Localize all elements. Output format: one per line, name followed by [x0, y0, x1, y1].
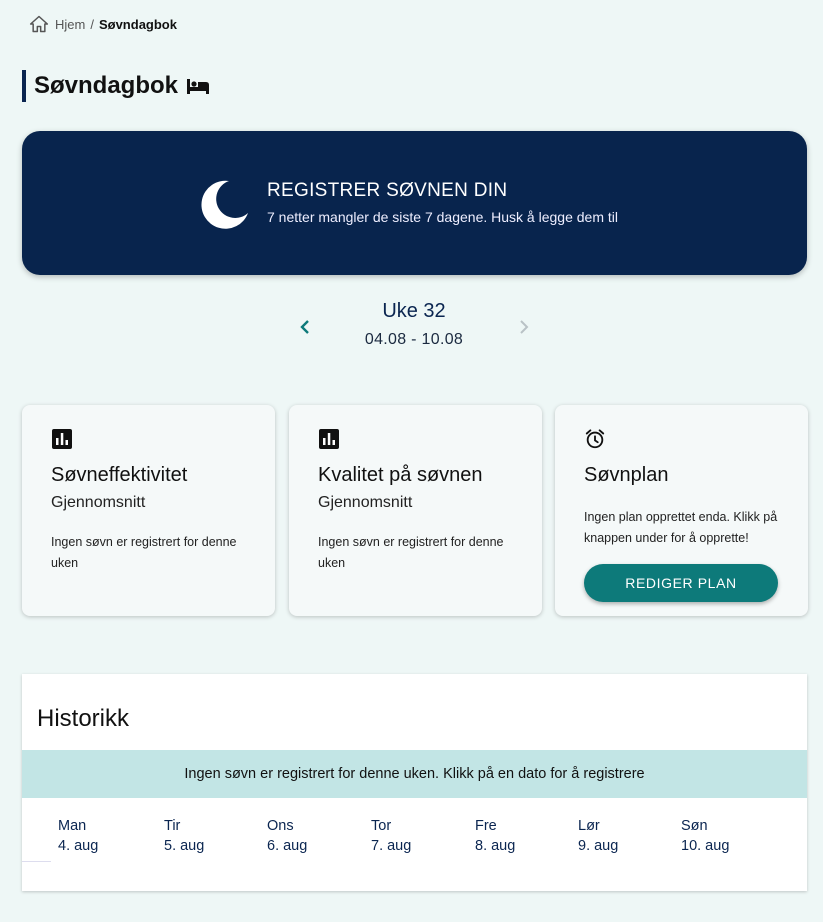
chevron-left-icon	[300, 320, 309, 334]
banner-subtitle: 7 netter mangler de siste 7 dagene. Husk…	[267, 209, 618, 225]
home-icon[interactable]	[29, 14, 49, 34]
day-friday[interactable]: Fre 8. aug	[475, 818, 565, 854]
day-date: 6. aug	[267, 838, 308, 854]
banner-text: REGISTRER SØVNEN DIN 7 netter mangler de…	[267, 180, 618, 225]
day-date: 4. aug	[58, 838, 99, 854]
day-date: 5. aug	[164, 838, 205, 854]
breadcrumb: Hjem / Søvndagbok	[29, 14, 177, 34]
day-name: Lør	[578, 818, 600, 834]
day-saturday[interactable]: Lør 9. aug	[578, 818, 668, 854]
sleep-quality-card: Kvalitet på søvnen Gjennomsnitt Ingen sø…	[289, 405, 542, 616]
day-sunday[interactable]: Søn 10. aug	[681, 818, 771, 854]
alarm-clock-icon	[585, 429, 605, 449]
history-title: Historikk	[37, 705, 130, 732]
day-tuesday[interactable]: Tir 5. aug	[164, 818, 254, 854]
breadcrumb-home-link[interactable]: Hjem	[55, 17, 85, 32]
page-title-text: Søvndagbok	[34, 72, 179, 99]
day-date: 7. aug	[371, 838, 412, 854]
register-sleep-banner[interactable]: REGISTRER SØVNEN DIN 7 netter mangler de…	[22, 131, 807, 275]
card-subtitle: Gjennomsnitt	[318, 494, 413, 511]
bed-icon	[187, 79, 210, 94]
card-subtitle: Gjennomsnitt	[51, 494, 146, 511]
day-name: Fre	[475, 818, 497, 834]
chevron-right-icon	[520, 320, 529, 334]
day-name: Ons	[267, 818, 294, 834]
breadcrumb-current: Søvndagbok	[98, 16, 177, 32]
day-name: Tir	[164, 818, 181, 834]
divider	[22, 861, 51, 862]
day-thursday[interactable]: Tor 7. aug	[371, 818, 461, 854]
history-section: Historikk Ingen søvn er registrert for d…	[22, 674, 807, 891]
day-name: Søn	[681, 818, 708, 834]
banner-title: REGISTRER SØVNEN DIN	[267, 180, 508, 201]
card-title: Søvneffektivitet	[51, 464, 188, 486]
edit-plan-button[interactable]: REDIGER PLAN	[584, 564, 778, 602]
week-label: Uke 32	[382, 300, 446, 322]
sleep-plan-card: Søvnplan Ingen plan opprettet enda. Klik…	[555, 405, 808, 616]
day-date: 10. aug	[681, 838, 730, 854]
page-title: Søvndagbok	[22, 70, 210, 102]
week-display: Uke 32 04.08 - 10.08	[314, 300, 514, 349]
card-title: Kvalitet på søvnen	[318, 464, 483, 486]
card-body: Ingen plan opprettet enda. Klikk på knap…	[584, 510, 778, 545]
day-date: 8. aug	[475, 838, 516, 854]
day-name: Tor	[371, 818, 392, 834]
history-notice: Ingen søvn er registrert for denne uken.…	[22, 750, 807, 798]
week-date-range: 04.08 - 10.08	[364, 331, 464, 348]
day-wednesday[interactable]: Ons 6. aug	[267, 818, 357, 854]
card-title: Søvnplan	[584, 464, 669, 486]
moon-icon	[201, 180, 248, 229]
day-date: 9. aug	[578, 838, 619, 854]
next-week-button[interactable]	[514, 317, 534, 337]
sleep-efficiency-card: Søvneffektivitet Gjennomsnitt Ingen søvn…	[22, 405, 275, 616]
previous-week-button[interactable]	[295, 317, 315, 337]
bar-chart-icon	[52, 429, 72, 449]
day-monday[interactable]: Man 4. aug	[58, 818, 148, 854]
card-body: Ingen søvn er registrert for denne uken	[51, 535, 237, 570]
card-body: Ingen søvn er registrert for denne uken	[318, 535, 504, 570]
bar-chart-icon	[319, 429, 339, 449]
day-name: Man	[58, 818, 87, 834]
week-navigator: Uke 32 04.08 - 10.08	[0, 300, 823, 360]
breadcrumb-separator: /	[90, 16, 94, 32]
